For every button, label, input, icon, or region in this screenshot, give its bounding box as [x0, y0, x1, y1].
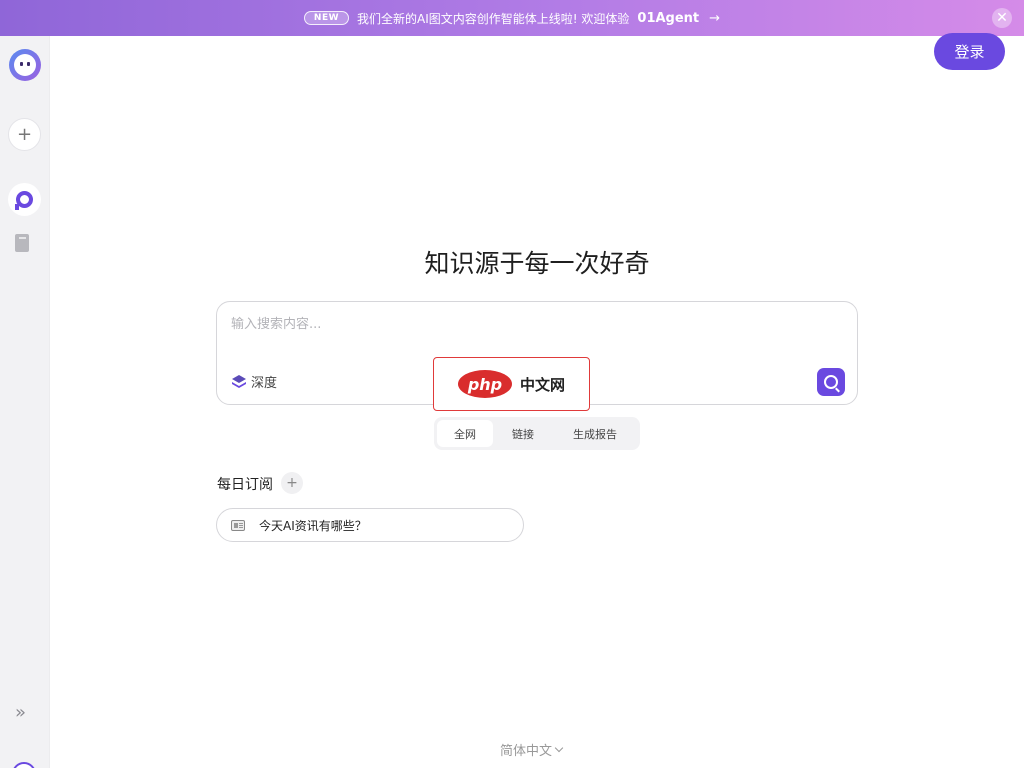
deep-search-label: 深度 — [251, 376, 278, 391]
tab-link[interactable]: 链接 — [493, 420, 553, 447]
arrow-right-icon[interactable]: → — [709, 11, 720, 26]
watermark-logo-mark: php — [457, 370, 512, 398]
tab-all-web[interactable]: 全网 — [437, 420, 493, 447]
sidebar: + » — [0, 36, 50, 768]
expand-sidebar-button[interactable]: » — [15, 702, 26, 723]
double-chevron-right-icon: » — [15, 702, 26, 723]
language-selector[interactable]: 简体中文 — [500, 740, 564, 759]
watermark-text: 中文网 — [519, 375, 565, 394]
announcement-banner[interactable]: NEW 我们全新的AI图文内容创作智能体上线啦! 欢迎体验 01Agent → … — [0, 0, 1024, 36]
deep-search-toggle[interactable]: 深度 — [231, 372, 277, 391]
add-subscription-button[interactable]: + — [281, 472, 303, 494]
banner-text: 我们全新的AI图文内容创作智能体上线啦! 欢迎体验 — [357, 11, 630, 26]
banner-agent-link[interactable]: 01Agent — [637, 11, 699, 26]
app-logo-icon[interactable] — [9, 49, 41, 81]
subscription-item[interactable]: 今天AI资讯有哪些？ — [216, 508, 524, 542]
new-badge: NEW — [303, 11, 350, 25]
avatar[interactable] — [12, 762, 36, 768]
new-chat-button[interactable]: + — [8, 118, 41, 151]
search-icon — [824, 375, 838, 389]
language-label: 简体中文 — [500, 744, 553, 759]
search-input[interactable] — [231, 312, 831, 336]
sidebar-item-search[interactable] — [8, 183, 41, 216]
newspaper-icon — [231, 519, 245, 531]
close-icon[interactable]: ✕ — [992, 8, 1012, 28]
tab-generate-report[interactable]: 生成报告 — [553, 420, 637, 447]
page-title: 知识源于每一次好奇 — [424, 249, 650, 278]
login-button[interactable]: 登录 — [934, 33, 1005, 70]
search-scope-tabs: 全网 链接 生成报告 — [434, 417, 640, 450]
search-submit-button[interactable] — [817, 368, 845, 396]
daily-subscription-title: 每日订阅 — [217, 477, 273, 493]
search-icon — [15, 191, 33, 210]
layers-icon — [232, 374, 246, 388]
plus-icon: + — [286, 475, 298, 491]
chevron-down-icon — [554, 743, 564, 752]
plus-icon: + — [16, 124, 33, 145]
subscription-item-label: 今天AI资讯有哪些？ — [259, 518, 367, 533]
watermark-logo: php 中文网 — [433, 357, 590, 411]
